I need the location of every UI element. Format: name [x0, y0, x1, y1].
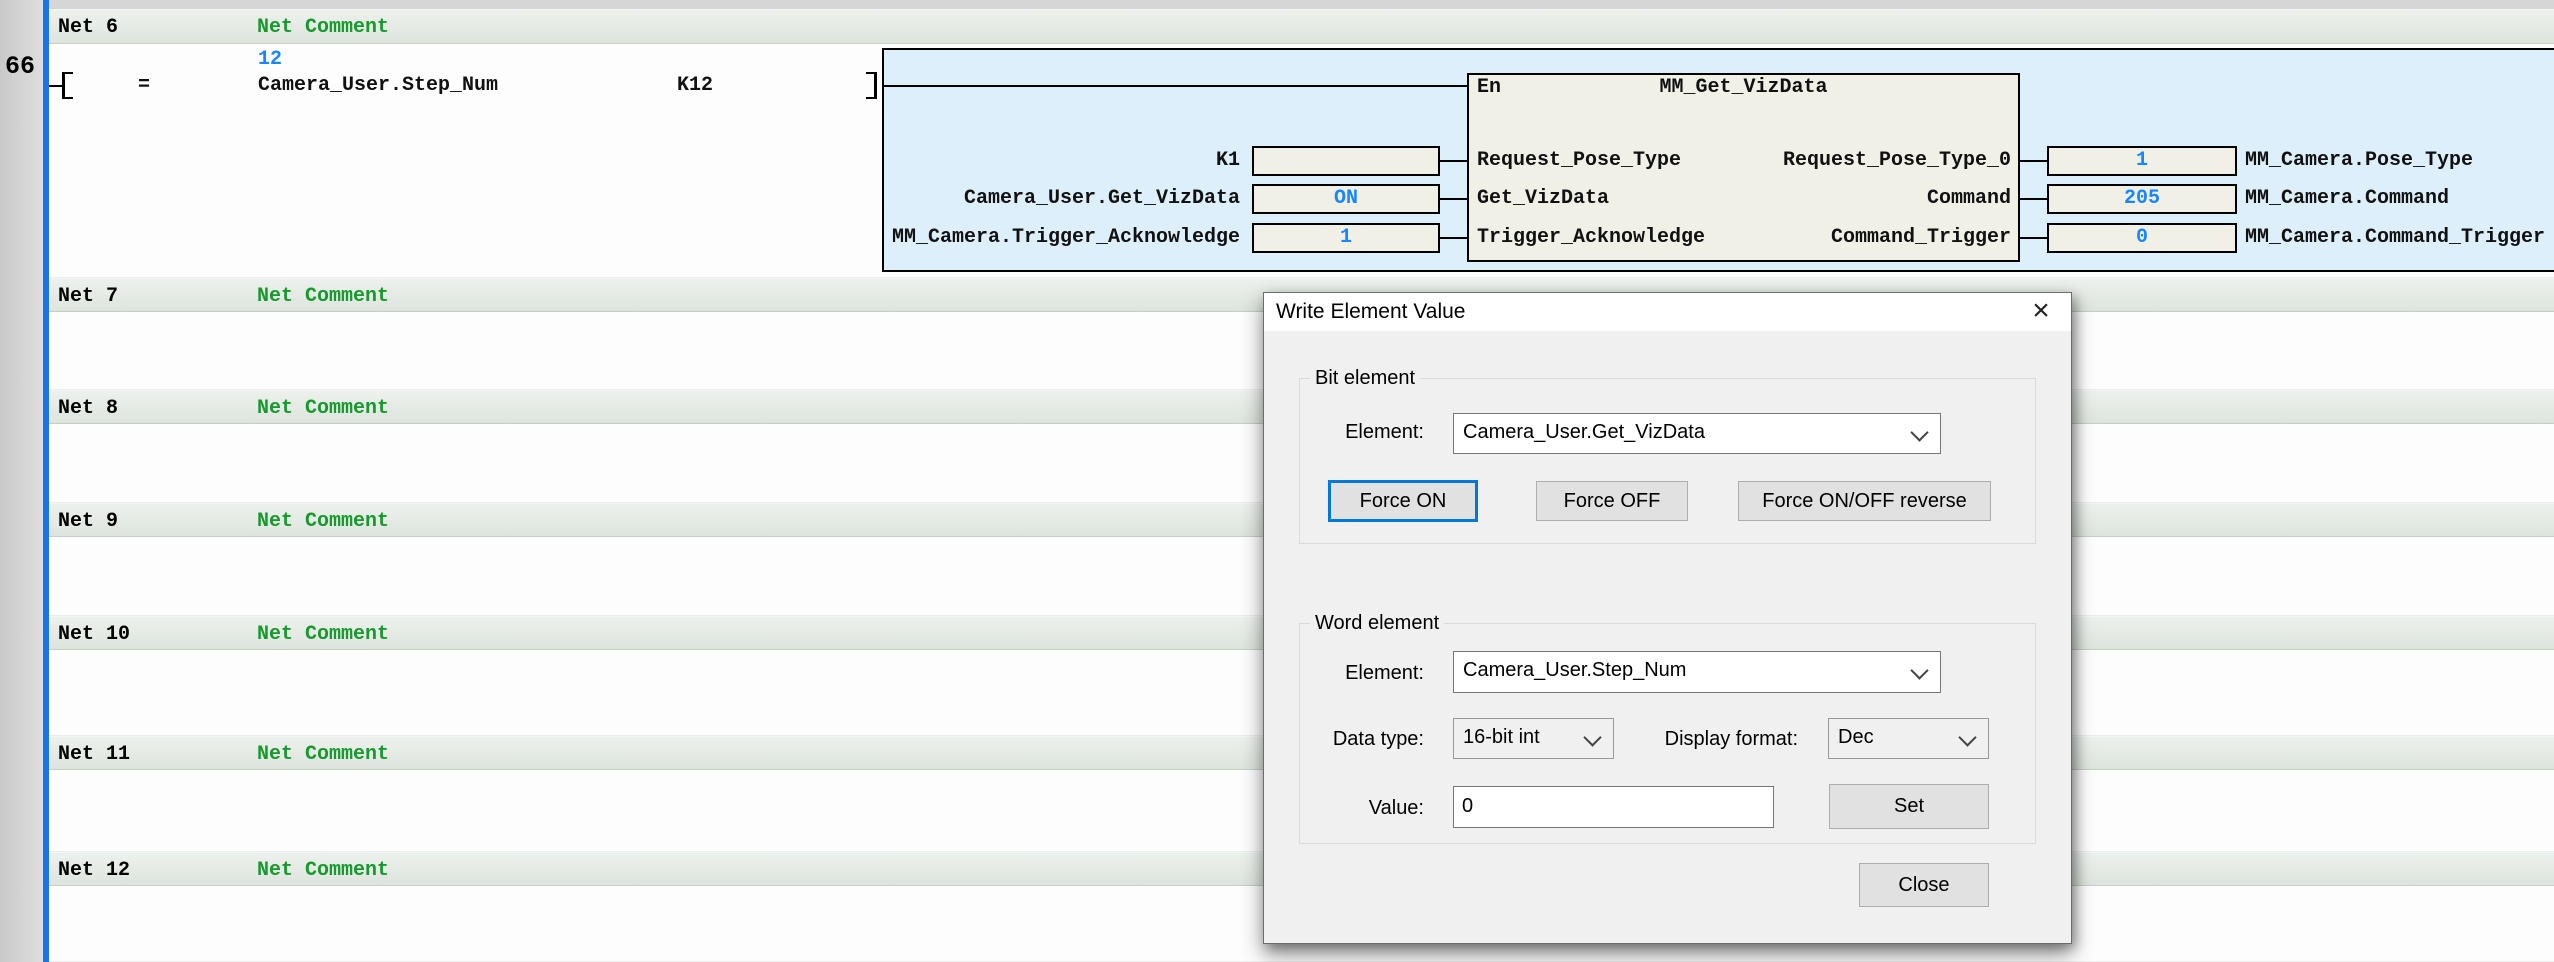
net-label: Net 8 [58, 397, 118, 420]
display-format-label: Display format: [1654, 728, 1798, 751]
force-on-button[interactable]: Force ON [1328, 480, 1478, 522]
compare-contact-open-bracket[interactable] [62, 72, 73, 99]
word-element-combobox[interactable]: Camera_User.Step_Num [1453, 651, 1941, 693]
net-comment-label: Net Comment [257, 285, 389, 308]
data-type-value: 16-bit int [1463, 726, 1540, 749]
compare-contact-close-bracket[interactable] [866, 72, 877, 99]
data-type-label: Data type: [1294, 728, 1424, 751]
force-on-off-reverse-button[interactable]: Force ON/OFF reverse [1738, 481, 1991, 521]
net-label: Net 11 [58, 743, 130, 766]
word-element-group-label: Word element [1310, 612, 1444, 635]
input-stub-wire-2 [1440, 198, 1467, 200]
net-comment-label: Net Comment [257, 397, 389, 420]
bit-element-value: Camera_User.Get_VizData [1463, 421, 1705, 444]
word-element-value: Camera_User.Step_Num [1463, 659, 1686, 682]
top-strip [0, 0, 2554, 9]
net-label: Net 7 [58, 285, 118, 308]
net-banner[interactable]: Net 6 Net Comment [49, 9, 2554, 44]
dialog-title: Write Element Value [1276, 300, 1465, 324]
force-off-button[interactable]: Force OFF [1536, 481, 1688, 521]
bit-element-combobox[interactable]: Camera_User.Get_VizData [1453, 413, 1941, 454]
value-input-text: 0 [1462, 795, 1473, 818]
block-input-pin-1: Request_Pose_Type [1477, 151, 1681, 171]
input-stub-wire-3 [1440, 237, 1467, 239]
net-comment-label: Net Comment [257, 510, 389, 533]
net-comment-label: Net Comment [257, 16, 389, 39]
compare-operand2[interactable]: K12 [677, 76, 713, 96]
block-output-pin-2: Command [1700, 189, 2011, 209]
net-label: Net 9 [58, 510, 118, 533]
display-format-value: Dec [1838, 726, 1874, 749]
input-monitor-box-3[interactable]: 1 [1252, 223, 1440, 253]
close-button[interactable]: Close [1859, 863, 1989, 907]
data-type-combobox[interactable]: 16-bit int [1453, 718, 1614, 759]
block-title: MM_Get_VizData [1467, 78, 2020, 98]
compare-operand1[interactable]: Camera_User.Step_Num [258, 76, 498, 96]
display-format-combobox[interactable]: Dec [1828, 718, 1989, 759]
net-label: Net 10 [58, 623, 130, 646]
rung-gutter [0, 0, 43, 962]
chevron-down-icon [1583, 728, 1601, 746]
output-operand-1[interactable]: MM_Camera.Pose_Type [2245, 151, 2473, 171]
output-operand-3[interactable]: MM_Camera.Command_Trigger [2245, 228, 2545, 248]
chevron-down-icon [1910, 661, 1928, 679]
compare-operator: = [138, 76, 150, 96]
value-input[interactable]: 0 [1453, 786, 1774, 828]
step-num-monitor-value: 12 [258, 50, 282, 70]
value-label: Value: [1304, 797, 1424, 820]
block-input-pin-2: Get_VizData [1477, 189, 1609, 209]
net-comment-label: Net Comment [257, 743, 389, 766]
input-monitor-box-2[interactable]: ON [1252, 184, 1440, 214]
net-comment-label: Net Comment [257, 623, 389, 646]
output-stub-wire-1 [2020, 160, 2047, 162]
input-operand-3[interactable]: MM_Camera.Trigger_Acknowledge [890, 228, 1240, 248]
set-button[interactable]: Set [1829, 784, 1989, 829]
output-stub-wire-2 [2020, 198, 2047, 200]
input-operand-1[interactable]: K1 [890, 151, 1240, 171]
output-operand-2[interactable]: MM_Camera.Command [2245, 189, 2449, 209]
output-monitor-box-1[interactable]: 1 [2047, 146, 2237, 176]
input-stub-wire-1 [1440, 160, 1467, 162]
net-comment-label: Net Comment [257, 859, 389, 882]
rung-wire [49, 85, 62, 87]
chevron-down-icon [1958, 728, 1976, 746]
write-element-value-dialog: Write Element Value × Bit element Elemen… [1263, 292, 2072, 944]
input-operand-2[interactable]: Camera_User.Get_VizData [890, 189, 1240, 209]
bit-element-label: Element: [1304, 421, 1424, 444]
close-icon[interactable]: × [2019, 293, 2063, 330]
bit-element-group-label: Bit element [1310, 367, 1420, 390]
block-input-pin-3: Trigger_Acknowledge [1477, 228, 1705, 248]
word-element-label: Element: [1304, 662, 1424, 685]
net-label: Net 6 [58, 16, 118, 39]
output-monitor-box-3[interactable]: 0 [2047, 223, 2237, 253]
dialog-titlebar[interactable]: Write Element Value × [1264, 293, 2071, 331]
chevron-down-icon [1910, 423, 1928, 441]
input-monitor-box-1[interactable] [1252, 146, 1440, 176]
output-monitor-box-2[interactable]: 205 [2047, 184, 2237, 214]
block-output-pin-1: Request_Pose_Type_0 [1700, 151, 2011, 171]
net-label: Net 12 [58, 859, 130, 882]
en-wire [884, 85, 1467, 87]
output-stub-wire-3 [2020, 237, 2047, 239]
rung-number: 66 [0, 52, 40, 81]
block-output-pin-3: Command_Trigger [1700, 228, 2011, 248]
ladder-editor-window: 66 Net 6 Net Comment Net 7 Net Comment N… [0, 0, 2554, 962]
